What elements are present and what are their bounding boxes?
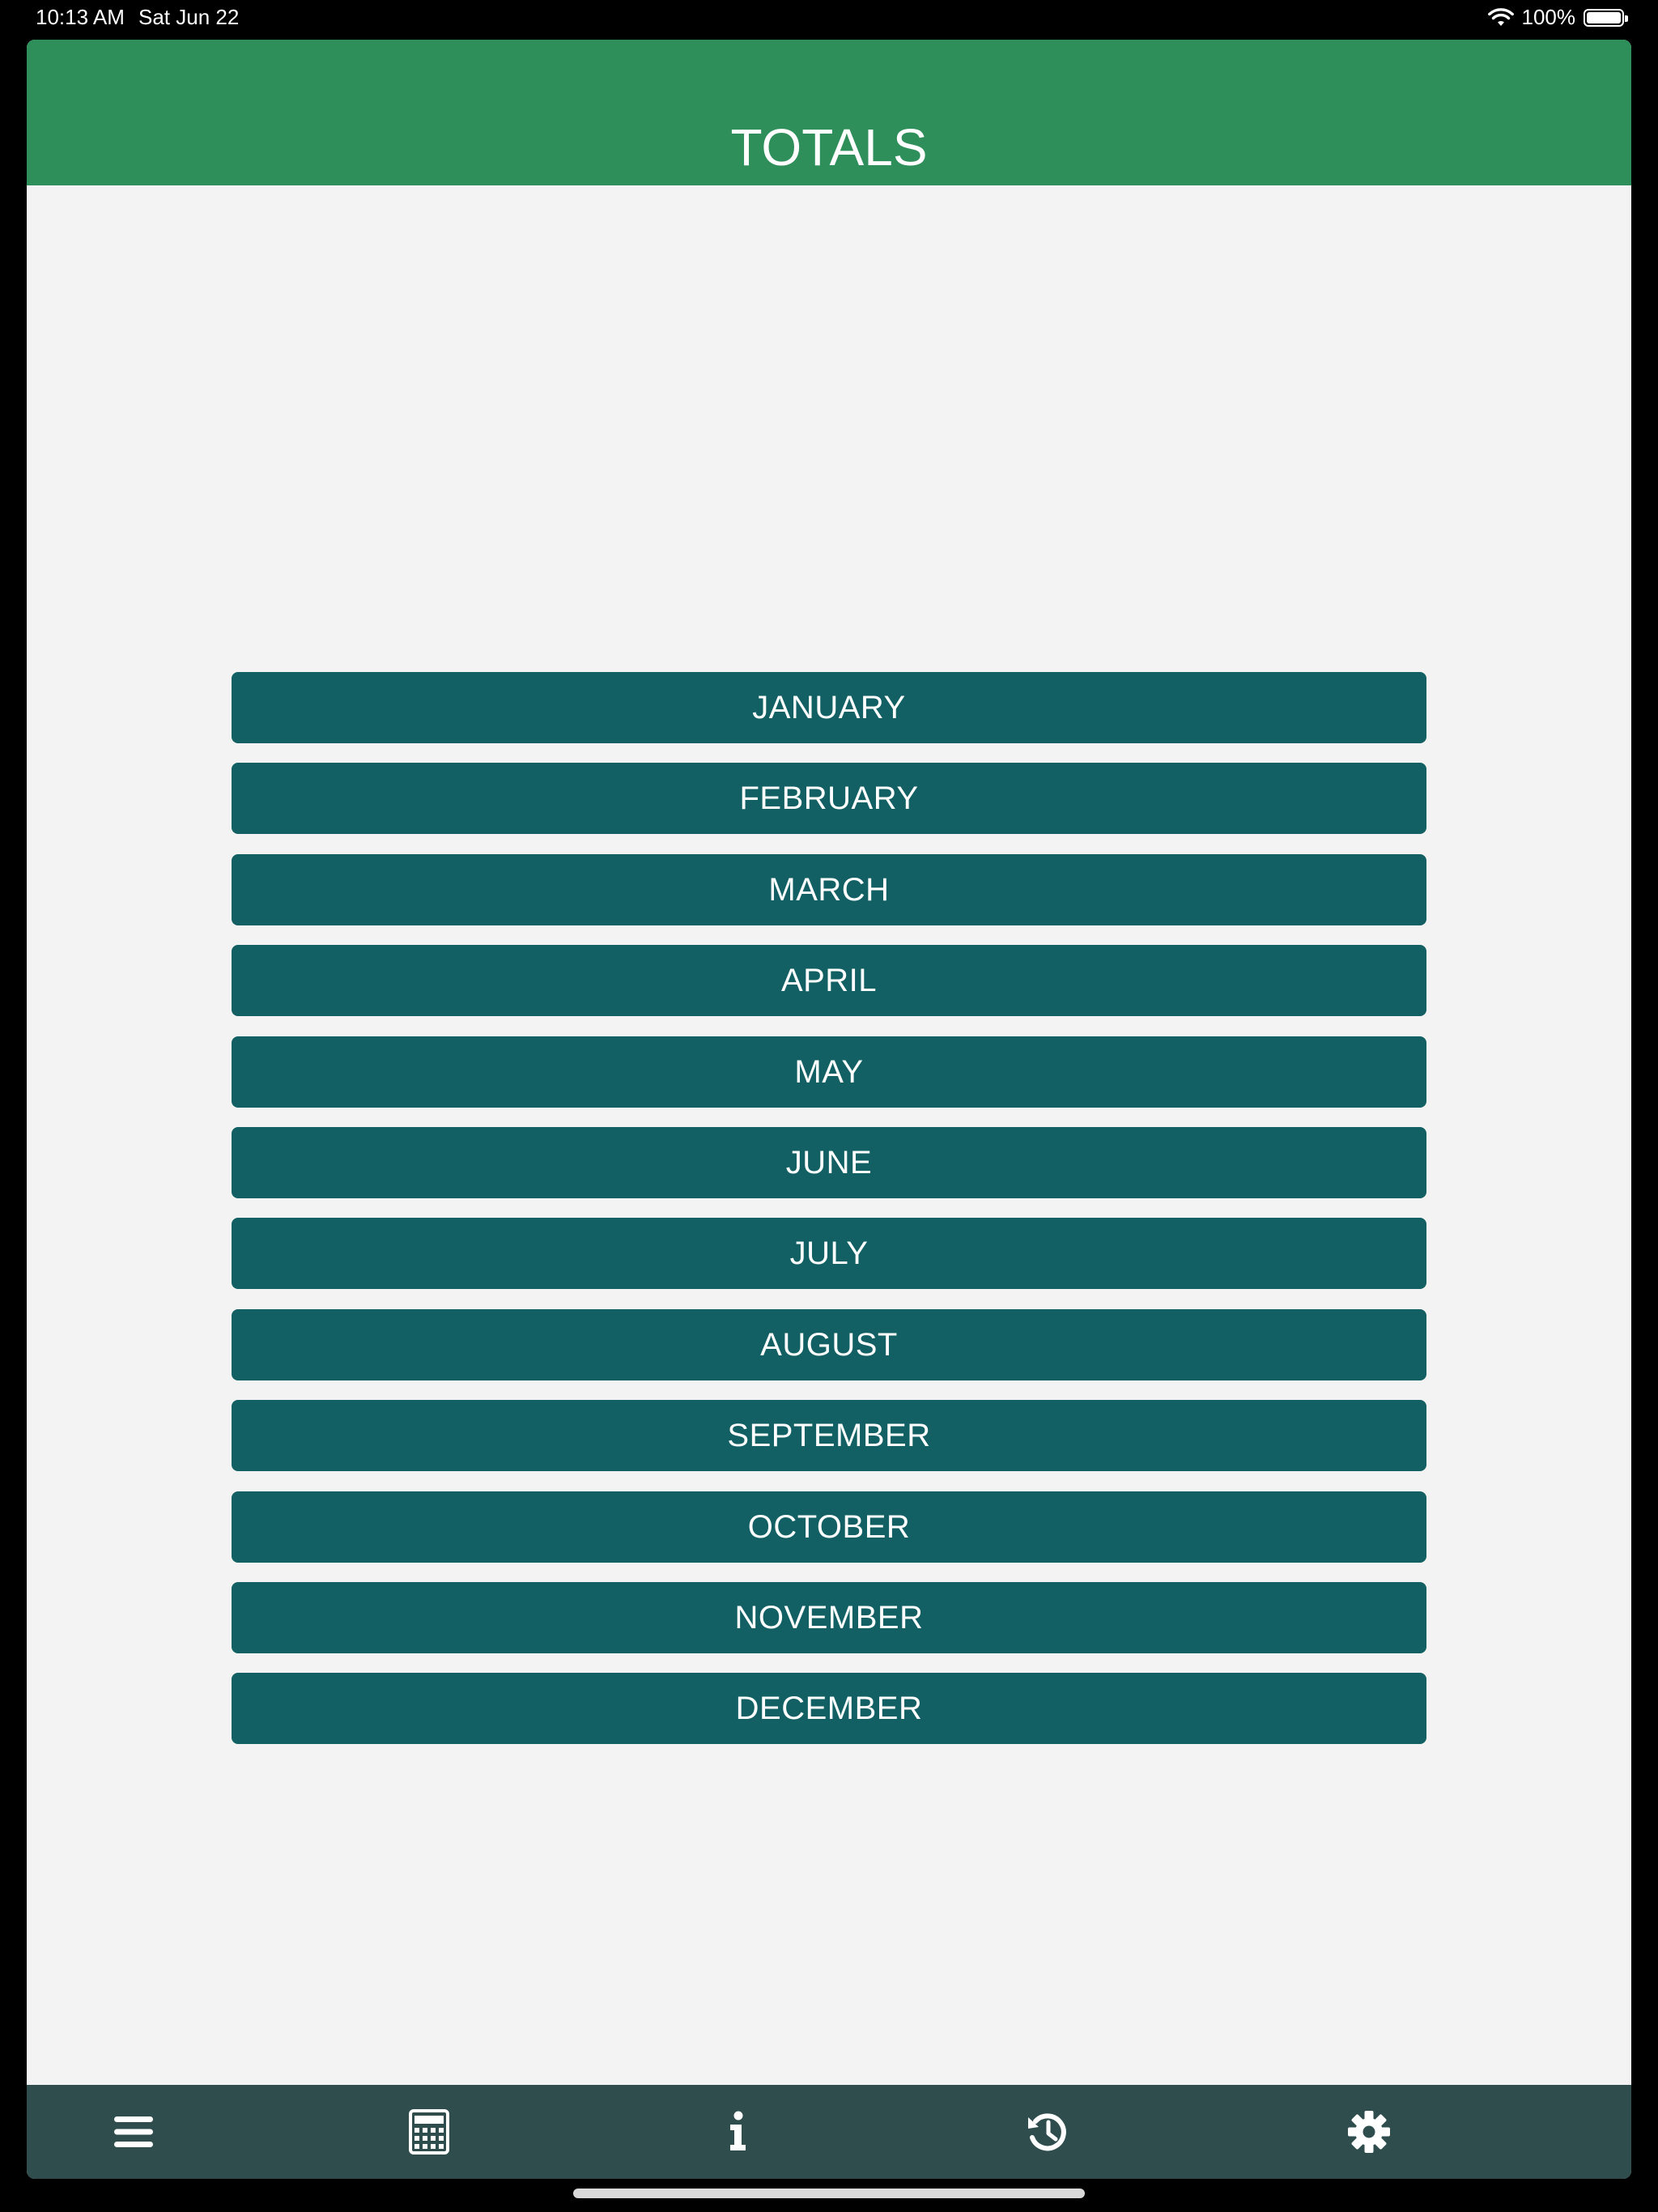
- status-indicators: 100%: [1487, 5, 1628, 30]
- month-button-october[interactable]: OCTOBER: [232, 1491, 1426, 1563]
- tab-history[interactable]: [999, 2085, 1096, 2179]
- wifi-icon: [1487, 7, 1514, 26]
- month-button-january[interactable]: JANUARY: [232, 672, 1426, 743]
- month-button-july[interactable]: JULY: [232, 1218, 1426, 1290]
- history-icon: [1028, 2113, 1066, 2151]
- battery-percent: 100%: [1521, 5, 1576, 29]
- month-button-december[interactable]: DECEMBER: [232, 1673, 1426, 1745]
- battery-tip: [1625, 15, 1628, 22]
- page-title: TOTALS: [730, 118, 928, 177]
- month-button-may[interactable]: MAY: [232, 1036, 1426, 1108]
- month-list: JANUARY FEBRUARY MARCH APRIL MAY JUNE JU…: [232, 672, 1426, 1764]
- info-icon: [730, 2111, 746, 2150]
- tab-menu[interactable]: [85, 2085, 182, 2179]
- header: TOTALS: [27, 40, 1631, 185]
- battery-icon: [1584, 8, 1628, 27]
- month-button-february[interactable]: FEBRUARY: [232, 763, 1426, 835]
- month-button-august[interactable]: AUGUST: [232, 1308, 1426, 1380]
- month-button-april[interactable]: APRIL: [232, 945, 1426, 1017]
- battery-fill: [1587, 11, 1621, 23]
- status-date: Sat Jun 22: [138, 5, 240, 29]
- month-button-june[interactable]: JUNE: [232, 1126, 1426, 1198]
- month-button-november[interactable]: NOVEMBER: [232, 1581, 1426, 1653]
- tab-calculator[interactable]: [380, 2085, 478, 2179]
- tab-settings[interactable]: [1320, 2085, 1418, 2179]
- app-frame: TOTALS JANUARY FEBRUARY MARCH APRIL MAY …: [27, 40, 1631, 2179]
- home-indicator[interactable]: [573, 2189, 1085, 2198]
- tab-info[interactable]: [689, 2085, 786, 2179]
- menu-icon: [114, 2116, 153, 2147]
- month-button-september[interactable]: SEPTEMBER: [232, 1400, 1426, 1472]
- tab-bar: [27, 2085, 1631, 2179]
- month-button-march[interactable]: MARCH: [232, 853, 1426, 925]
- calculator-icon: [409, 2109, 449, 2155]
- status-bar: 10:13 AM Sat Jun 22 100%: [0, 0, 1658, 36]
- gear-icon: [1348, 2111, 1390, 2153]
- status-time: 10:13 AM: [36, 5, 125, 29]
